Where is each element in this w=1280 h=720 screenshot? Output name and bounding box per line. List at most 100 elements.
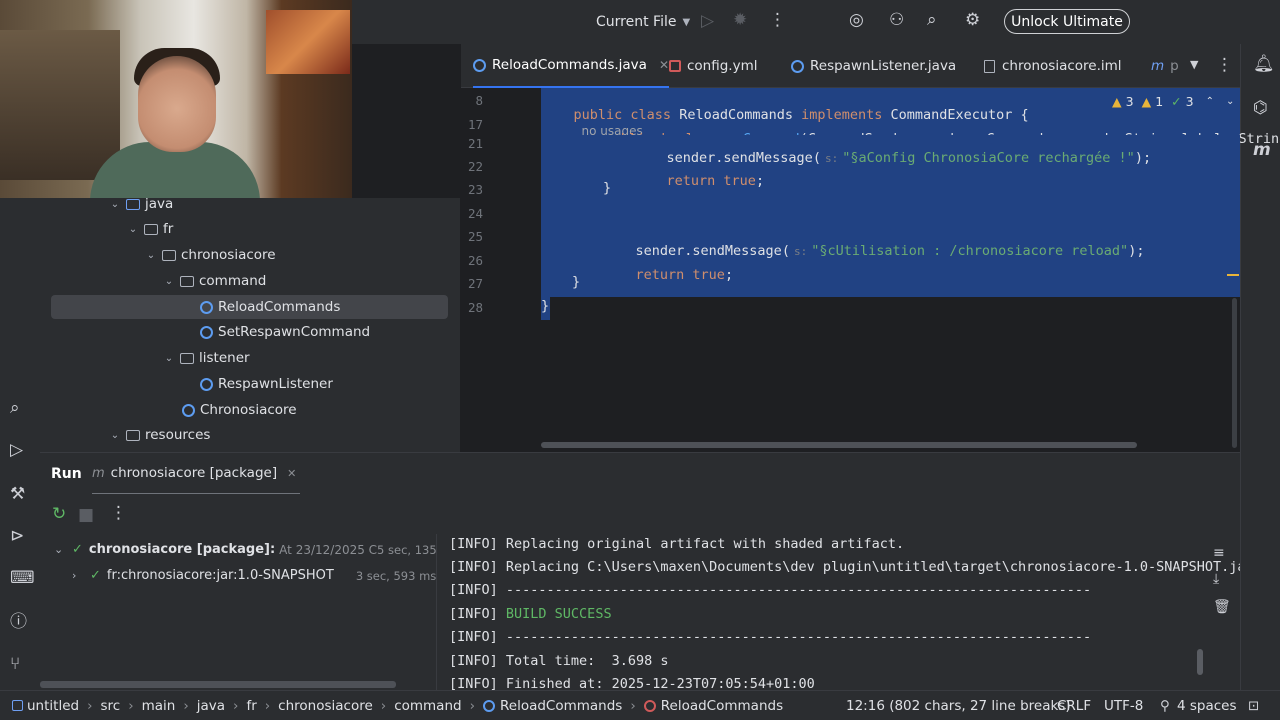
breadcrumb-separator: › bbox=[264, 697, 271, 714]
chevron-down-icon[interactable]: ⌄ bbox=[126, 224, 140, 235]
caret-position[interactable]: 12:16 (802 chars, 27 line breaks) bbox=[846, 698, 1071, 714]
tab-label: ReloadCommands.java bbox=[492, 57, 647, 73]
keyword: true bbox=[692, 267, 725, 283]
tree-item-respawnlistener[interactable]: RespawnListener bbox=[200, 372, 333, 396]
tree-item-fr[interactable]: ⌄ fr bbox=[126, 217, 174, 241]
close-icon[interactable]: ✕ bbox=[287, 467, 296, 480]
run-tab[interactable]: Run bbox=[51, 466, 82, 482]
tab-more-icon[interactable]: ⋮ bbox=[1216, 57, 1233, 74]
tree-item-label: RespawnListener bbox=[218, 376, 333, 392]
tree-item-label: java bbox=[145, 196, 174, 212]
package-icon bbox=[180, 275, 194, 287]
chevron-down-icon[interactable]: ⌄ bbox=[162, 276, 176, 287]
package-icon bbox=[144, 223, 158, 235]
line-number: 22 bbox=[467, 159, 483, 174]
terminal-icon[interactable]: ⌨ bbox=[10, 570, 35, 587]
tab-reloadcommands[interactable]: ReloadCommands.java ✕ bbox=[473, 44, 669, 88]
console-output[interactable]: [INFO] Replacing original artifact with … bbox=[436, 534, 1240, 690]
breadcrumb-item[interactable]: ReloadCommands bbox=[661, 698, 783, 714]
chevron-down-icon[interactable]: ⌄ bbox=[162, 353, 176, 364]
services-icon[interactable]: ⊳ bbox=[10, 528, 24, 545]
clear-trash-icon[interactable]: 🗑︎ bbox=[1213, 600, 1231, 614]
chevron-right-icon[interactable]: › bbox=[72, 569, 90, 582]
breadcrumb-item[interactable]: fr bbox=[246, 698, 256, 714]
close-icon[interactable]: ✕ bbox=[659, 58, 669, 72]
package-icon bbox=[180, 352, 194, 364]
console-line: [INFO] Replacing original artifact with … bbox=[449, 536, 905, 552]
tree-item-reloadcommands[interactable]: ReloadCommands bbox=[51, 295, 448, 319]
editor-tabs: ReloadCommands.java ✕ config.yml Respawn… bbox=[461, 44, 1240, 88]
rerun-icon[interactable]: ↻ bbox=[52, 506, 66, 523]
tab-pom[interactable]: m p bbox=[1151, 44, 1179, 88]
search-icon[interactable]: ⌕ bbox=[10, 400, 20, 417]
chevron-down-icon[interactable]: ⌄ bbox=[1226, 96, 1234, 107]
breadcrumb-item[interactable]: java bbox=[197, 698, 225, 714]
scroll-to-end-icon[interactable]: ⤓ bbox=[1213, 572, 1219, 586]
inspection-widget[interactable]: ▲ 3 ▲ 1 ✓ 3 ⌃ ⌄ bbox=[1112, 94, 1234, 109]
tree-item-listener[interactable]: ⌄ listener bbox=[162, 346, 250, 370]
vertical-scrollbar[interactable] bbox=[1197, 649, 1203, 675]
horizontal-scrollbar[interactable] bbox=[40, 681, 396, 688]
breadcrumb-item[interactable]: ReloadCommands bbox=[500, 698, 622, 714]
build-hammer-icon[interactable]: ⚒ bbox=[10, 486, 25, 503]
breadcrumb-separator: › bbox=[380, 697, 387, 714]
problems-icon[interactable]: ⓘ bbox=[10, 614, 27, 631]
breadcrumb-item[interactable]: chronosiacore bbox=[278, 698, 373, 714]
run-tool-icon[interactable]: ▷ bbox=[10, 442, 23, 459]
stop-icon[interactable]: ■ bbox=[78, 507, 94, 524]
tab-respawnlistener[interactable]: RespawnListener.java bbox=[791, 44, 956, 88]
ai-assistant-icon[interactable]: ◎ bbox=[849, 12, 864, 29]
breadcrumb-item[interactable]: untitled bbox=[27, 698, 79, 714]
run-config-tab[interactable]: m chronosiacore [package] ✕ bbox=[92, 453, 300, 495]
tree-item-resources[interactable]: ⌄ resources bbox=[108, 423, 211, 447]
chevron-down-icon[interactable]: ⌄ bbox=[108, 199, 122, 210]
vertical-scrollbar[interactable] bbox=[1232, 298, 1237, 448]
tab-config-yml[interactable]: config.yml bbox=[669, 44, 758, 88]
breadcrumb-item[interactable]: main bbox=[142, 698, 176, 714]
add-user-icon[interactable]: ⚇ bbox=[889, 12, 904, 29]
chevron-up-icon[interactable]: ⌃ bbox=[1206, 96, 1214, 107]
more-icon[interactable]: ⋮ bbox=[769, 12, 786, 29]
run-config-selector[interactable]: Current File ▼ bbox=[596, 0, 690, 44]
breadcrumb-separator: › bbox=[630, 697, 636, 714]
chevron-down-icon[interactable]: ⌄ bbox=[144, 250, 158, 261]
chevron-down-icon[interactable]: ⌄ bbox=[54, 543, 72, 556]
chevron-down-icon[interactable]: ⌄ bbox=[108, 430, 122, 441]
unlock-ultimate-button[interactable]: Unlock Ultimate bbox=[1004, 9, 1130, 34]
tree-item-setrespawncommand[interactable]: SetRespawnCommand bbox=[200, 320, 370, 344]
soft-wrap-icon[interactable]: ≡ bbox=[1213, 546, 1225, 560]
breadcrumb-item[interactable]: command bbox=[394, 698, 461, 714]
git-icon[interactable]: ⑂ bbox=[10, 656, 20, 673]
tree-item-java[interactable]: ⌄ java bbox=[108, 192, 174, 216]
code-editor[interactable]: 8 public class ReloadCommands implements… bbox=[461, 88, 1280, 452]
tab-chronosiacore-iml[interactable]: chronosiacore.iml bbox=[984, 44, 1122, 88]
horizontal-scrollbar[interactable] bbox=[541, 442, 1137, 448]
lock-icon[interactable]: ⊡ bbox=[1248, 698, 1259, 714]
debug-icon[interactable]: ✹ bbox=[733, 12, 747, 29]
java-class-icon bbox=[200, 377, 213, 391]
indent-setting[interactable]: 4 spaces bbox=[1177, 698, 1237, 714]
breadcrumb-item[interactable]: src bbox=[100, 698, 120, 714]
notifications-icon[interactable]: 🔔︎ bbox=[1253, 56, 1275, 73]
tree-item-chronosiacore-main[interactable]: Chronosiacore bbox=[182, 398, 297, 422]
line-separator[interactable]: CRLF bbox=[1057, 698, 1091, 714]
java-class-icon bbox=[200, 300, 213, 314]
file-encoding[interactable]: UTF-8 bbox=[1104, 698, 1143, 714]
search-icon[interactable]: ⌕ bbox=[927, 12, 937, 29]
run-tree-child[interactable]: › ✓ fr:chronosiacore:jar:1.0-SNAPSHOT 3 … bbox=[72, 568, 436, 583]
run-tree-root[interactable]: ⌄ ✓ chronosiacore [package]: At 23/12/20… bbox=[54, 542, 458, 557]
line-number: 24 bbox=[467, 206, 483, 221]
run-tree-label: fr:chronosiacore:jar:1.0-SNAPSHOT bbox=[106, 568, 334, 583]
param-hint: s: bbox=[824, 152, 839, 165]
webcam-poster bbox=[266, 10, 350, 74]
tab-list-chevron-icon[interactable]: ▼ bbox=[1190, 59, 1198, 70]
tree-item-command[interactable]: ⌄ command bbox=[162, 269, 267, 293]
settings-gear-icon[interactable]: ⚙ bbox=[965, 12, 980, 29]
run-icon[interactable]: ▷ bbox=[701, 13, 714, 30]
string-literal: "§cUtilisation : /chronosiacore reload" bbox=[811, 243, 1129, 259]
keyword: true bbox=[723, 173, 756, 189]
tree-item-chronosiacore[interactable]: ⌄ chronosiacore bbox=[144, 243, 276, 267]
error-stripe-marker[interactable] bbox=[1227, 274, 1239, 276]
more-icon[interactable]: ⋮ bbox=[110, 505, 127, 522]
warning-count: 3 bbox=[1125, 94, 1134, 109]
